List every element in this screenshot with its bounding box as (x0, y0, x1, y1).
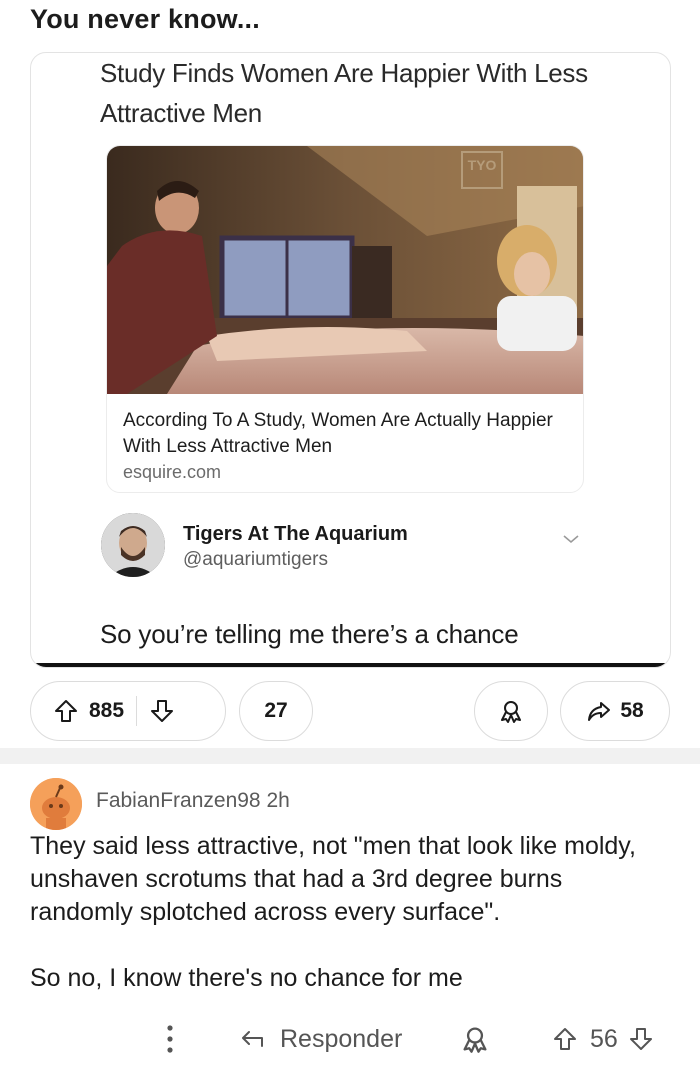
vote-divider (136, 696, 138, 726)
card-bottom-rule (31, 663, 670, 667)
share-count: 58 (620, 699, 644, 722)
reply-icon (242, 1031, 263, 1047)
tweet-author[interactable]: Tigers At The Aquarium @aquariumtigers (101, 513, 601, 583)
comment-paragraph: So no, I know there's no chance for me (30, 964, 463, 992)
award-icon (501, 701, 521, 723)
article-caption: According To A Study, Women Are Actually… (123, 410, 553, 457)
share-button[interactable]: 58 (560, 681, 670, 741)
comments-button[interactable]: 27 (239, 681, 313, 741)
author-name: Tigers At The Aquarium (183, 523, 408, 545)
award-button[interactable] (474, 681, 548, 741)
vote-pill: 885 (30, 681, 226, 741)
tweet-screenshot[interactable]: Study Finds Women Are Happier With Less … (30, 52, 671, 668)
tweet-text: So you’re telling me there’s a chance (100, 619, 519, 649)
chevron-down-icon[interactable] (559, 529, 583, 549)
comment-meta: FabianFranzen98 2h (96, 789, 290, 813)
share-icon (588, 702, 611, 721)
comment-count: 27 (264, 699, 288, 722)
commenter-avatar[interactable] (30, 778, 82, 830)
downvote-icon[interactable] (628, 1026, 654, 1052)
tweet-headline: Study Finds Women Are Happier With Less … (100, 58, 588, 128)
award-icon[interactable] (460, 1024, 490, 1054)
comment-vote: 56 (552, 1020, 654, 1058)
comment-body: They said less attractive, not "men that… (30, 830, 670, 1028)
comment-time: 2h (266, 789, 290, 812)
article-preview-card[interactable]: TYO According To A Study, Women Are Actu… (106, 145, 584, 493)
upvote-icon[interactable] (552, 1026, 578, 1052)
article-photo: TYO (107, 146, 583, 394)
upvote-count: 885 (89, 699, 125, 722)
upvote-icon[interactable] (53, 698, 79, 724)
comment-action-bar: Responder 56 (0, 1016, 700, 1062)
author-avatar[interactable] (101, 513, 165, 577)
reply-label: Responder (280, 1024, 403, 1053)
comment-paragraph: They said less attractive, not "men that… (30, 832, 636, 926)
comment-author[interactable]: FabianFranzen98 (96, 789, 261, 812)
author-handle: @aquariumtigers (183, 549, 328, 570)
downvote-icon[interactable] (149, 698, 175, 724)
comment-vote-count: 56 (590, 1024, 618, 1053)
post-action-bar: 885 27 58 (0, 676, 700, 744)
watermark-logo: TYO (468, 157, 497, 173)
section-divider (0, 748, 700, 764)
reply-button[interactable]: Responder (240, 1020, 402, 1058)
more-options-icon[interactable] (160, 1022, 180, 1056)
article-domain[interactable]: esquire.com (123, 462, 221, 483)
post-title: You never know... (30, 4, 260, 34)
